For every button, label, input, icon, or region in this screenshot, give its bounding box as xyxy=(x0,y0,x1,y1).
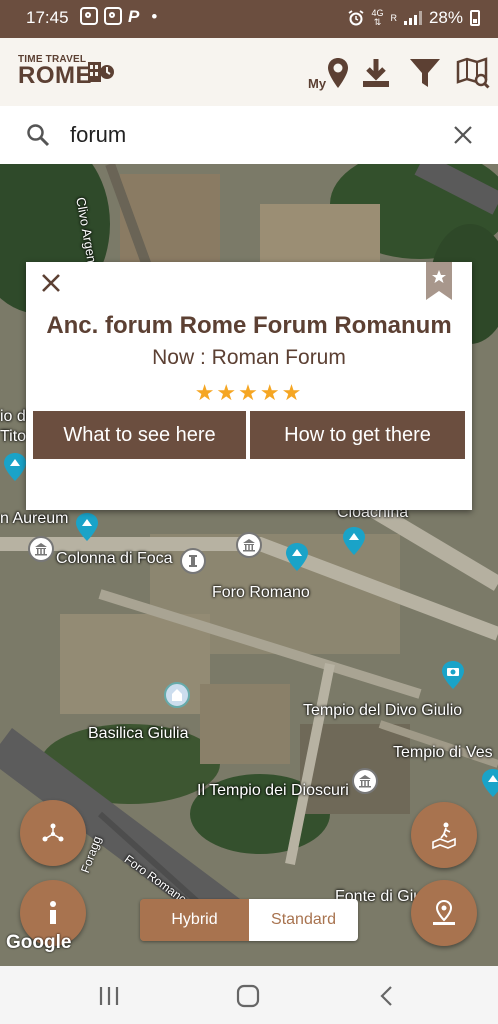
signal-icon xyxy=(403,11,422,25)
route-icon xyxy=(42,823,64,842)
how-to-get-there-button[interactable]: How to get there xyxy=(250,411,465,459)
search-input[interactable] xyxy=(68,117,432,153)
standard-map-button[interactable]: Standard xyxy=(249,899,358,941)
map-label: Tempio di Ves xyxy=(393,744,493,761)
search-bar xyxy=(0,106,498,164)
column-icon xyxy=(189,555,197,567)
place-popup-card: Anc. forum Rome Forum Romanum Now : Roma… xyxy=(26,262,472,510)
church-poi-icon[interactable] xyxy=(164,682,190,708)
search-icon xyxy=(27,124,50,147)
map-label: Basilica Giulia xyxy=(88,725,189,742)
church-icon xyxy=(172,689,182,701)
info-icon xyxy=(50,901,56,924)
download-icon[interactable] xyxy=(358,56,394,90)
temple-icon xyxy=(35,543,47,556)
paypal-icon: P xyxy=(128,7,140,26)
monument-poi-icon[interactable] xyxy=(28,536,54,562)
more-notifications-icon: • xyxy=(151,7,158,26)
map-label: Tito xyxy=(0,428,27,445)
camera-pin-icon[interactable] xyxy=(440,660,466,690)
notification-icons: P • xyxy=(80,7,157,27)
what-to-see-button[interactable]: What to see here xyxy=(33,411,246,459)
my-location-button[interactable] xyxy=(411,880,477,946)
status-time: 17:45 xyxy=(26,8,69,27)
google-logo: Google xyxy=(6,932,72,953)
monument-poi-icon[interactable] xyxy=(236,532,262,558)
network-indicator: 4G ⇅ xyxy=(371,8,384,27)
location-marker-icon xyxy=(433,899,455,925)
battery-icon xyxy=(470,10,480,26)
map-label: Tempio del Divo Giulio xyxy=(303,702,463,719)
tour-pin-icon[interactable] xyxy=(284,542,310,572)
hiker-map-icon xyxy=(432,822,456,850)
map-label: Il Tempio dei Dioscuri xyxy=(197,782,349,799)
status-bar: 17:45 P • 4G ⇅ R 28% xyxy=(0,0,498,38)
instagram-icon xyxy=(80,7,98,25)
map-label: Colonna di Foca xyxy=(56,550,173,567)
close-icon[interactable] xyxy=(40,272,62,294)
map-type-toggle: Hybrid Standard xyxy=(140,899,358,941)
filter-icon[interactable] xyxy=(407,56,443,90)
temple-icon xyxy=(359,775,371,788)
popup-title: Anc. forum Rome Forum Romanum xyxy=(46,312,452,339)
tour-pin-icon[interactable] xyxy=(74,512,100,542)
recent-apps-icon[interactable] xyxy=(94,982,124,1010)
hybrid-map-button[interactable]: Hybrid xyxy=(140,899,249,941)
clear-search-icon[interactable] xyxy=(452,124,474,146)
map-search-icon[interactable] xyxy=(455,56,491,90)
app-logo[interactable]: TIME TRAVEL ROME xyxy=(18,54,114,89)
temple-icon xyxy=(243,539,255,552)
instagram-icon xyxy=(104,7,122,25)
colosseum-logo-icon xyxy=(88,62,114,82)
monument-poi-icon[interactable] xyxy=(352,768,378,794)
rating-stars: ★★★★★ xyxy=(194,380,304,405)
map-label: Foro Romano xyxy=(212,584,310,601)
app-header: TIME TRAVEL ROME My xyxy=(0,38,498,107)
back-icon[interactable] xyxy=(372,982,402,1010)
network-type: 4G xyxy=(371,8,384,18)
explore-button[interactable] xyxy=(411,802,477,868)
bookmark-star-icon[interactable] xyxy=(426,262,452,300)
map-label: io di xyxy=(0,408,30,425)
roaming-indicator: R xyxy=(390,12,397,23)
popup-current-name: Now : Roman Forum xyxy=(152,346,346,369)
tour-pin-icon[interactable] xyxy=(341,526,367,556)
status-right: 4G ⇅ R 28% xyxy=(348,8,480,28)
map-label: n Aureum xyxy=(0,510,69,527)
alarm-icon xyxy=(348,10,364,26)
column-poi-icon[interactable] xyxy=(180,548,206,574)
tour-pin-icon[interactable] xyxy=(480,768,498,798)
tour-pin-icon[interactable] xyxy=(2,452,28,482)
logo-big-text: ROME xyxy=(18,62,92,89)
home-icon[interactable] xyxy=(233,982,263,1010)
system-nav-bar xyxy=(0,966,498,1024)
battery-percent: 28% xyxy=(428,8,463,27)
route-button[interactable] xyxy=(20,800,86,866)
location-pin-icon[interactable] xyxy=(320,56,356,90)
